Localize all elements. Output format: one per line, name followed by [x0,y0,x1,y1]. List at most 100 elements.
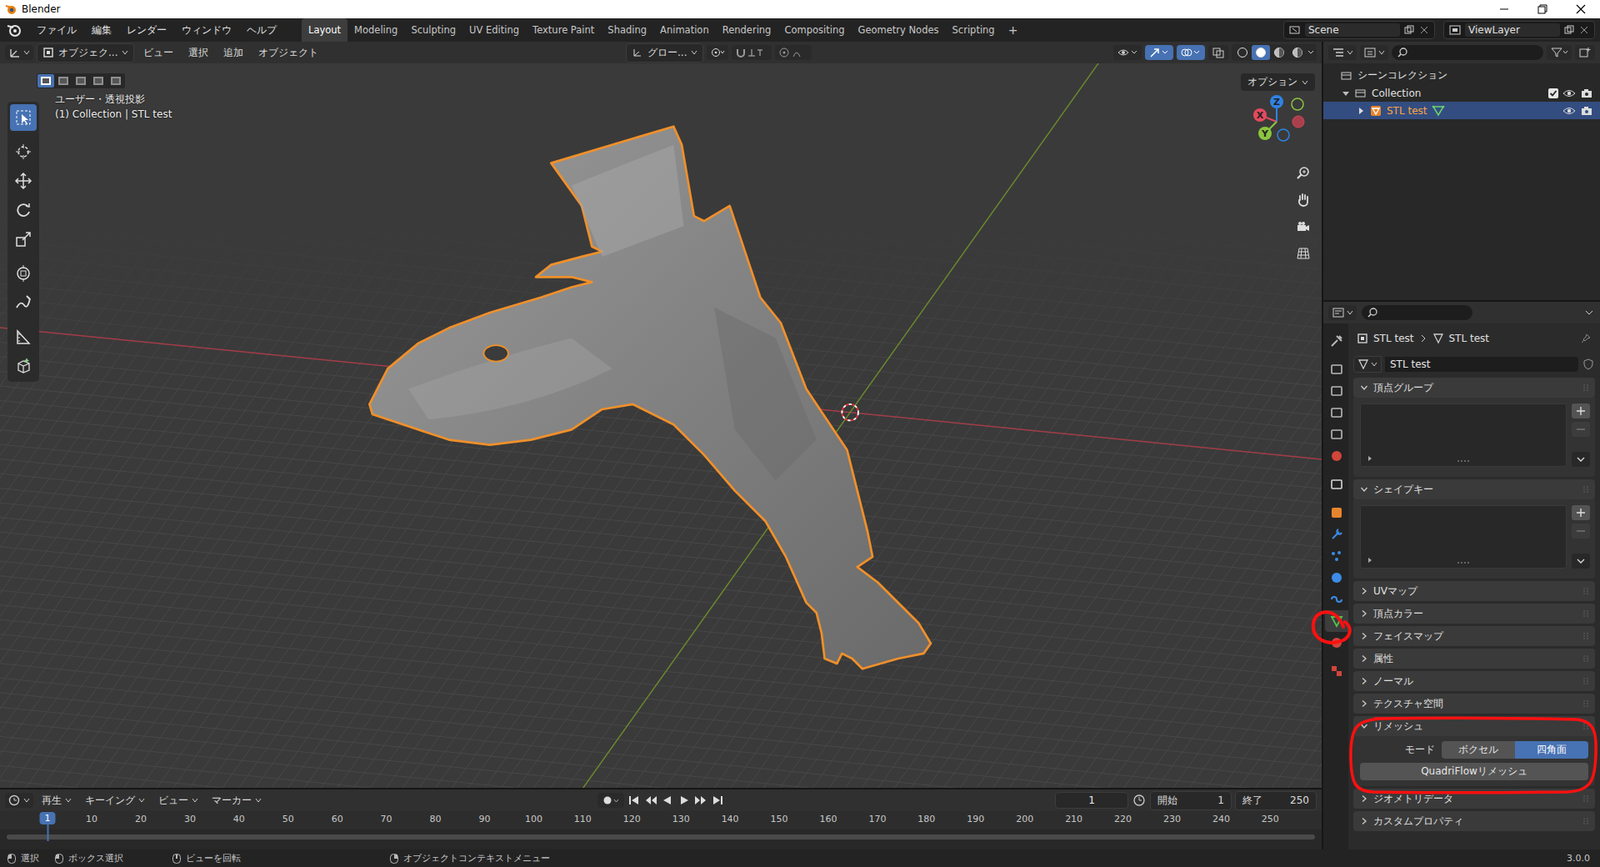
timeline-menu[interactable]: キーイング [80,791,150,810]
list-box[interactable] [1360,505,1567,569]
timeline-scrollbar[interactable] [0,829,1322,850]
remesh-mode-option[interactable]: 四角面 [1515,740,1589,759]
tool-button[interactable] [10,225,37,253]
restore-icon[interactable] [1523,0,1562,19]
workspace-tab[interactable]: Scripting [945,18,1002,42]
new-collection-button[interactable] [1575,45,1595,60]
3d-cursor[interactable] [841,404,859,421]
play-icon[interactable] [677,794,691,806]
scene-view[interactable] [0,63,1322,788]
render-camera-icon[interactable] [1580,87,1594,100]
mode-dropdown[interactable]: オブジェク... [36,43,135,63]
list-box[interactable] [1360,403,1567,467]
visibility-button[interactable] [1113,45,1142,60]
play-reverse-icon[interactable] [660,794,675,806]
properties-search[interactable] [1361,305,1473,320]
end-frame-field[interactable]: 終了250 [1235,790,1317,810]
properties-tab[interactable] [1325,380,1349,402]
drag-handle-icon[interactable] [1581,793,1590,804]
menu-item[interactable]: レンダー [120,20,174,40]
select-mode-button[interactable] [55,74,72,88]
jump-end-icon[interactable] [710,794,725,806]
properties-tab[interactable] [1325,660,1349,682]
viewport-canvas[interactable]: ユーザー・透視投影(1) Collection | STL testオプションZ… [0,63,1322,788]
prev-keyframe-icon[interactable] [644,794,658,806]
add-workspace-button[interactable]: + [1001,18,1025,42]
panel-header[interactable]: 属性 [1353,648,1595,669]
panel-header[interactable]: 頂点グループ [1353,377,1595,398]
mesh-browse-button[interactable] [1353,355,1382,373]
editor-type-button[interactable] [1328,45,1357,60]
playhead[interactable]: 1 [40,811,56,841]
properties-tab[interactable] [1325,588,1349,610]
timeline-menu[interactable]: ビュー [153,791,204,810]
properties-tab[interactable] [1325,445,1349,467]
options-caret-icon[interactable] [1583,306,1595,319]
menu-item[interactable]: 編集 [85,20,119,40]
timeline-menu[interactable]: 再生 [36,791,77,810]
filter-button[interactable] [1546,45,1572,60]
outliner-row[interactable]: Collection [1323,84,1600,102]
workspace-tab[interactable]: UV Editing [462,18,526,42]
start-frame-field[interactable]: 開始1 [1150,790,1232,810]
remove-icon[interactable] [1578,24,1590,36]
display-mode-button[interactable] [1360,45,1389,60]
properties-tab[interactable] [1325,473,1349,495]
frame-ruler[interactable]: 1020304050607080901001101201301401501601… [0,810,1322,830]
resize-grip-icon[interactable] [1456,560,1470,565]
properties-tab[interactable] [1325,423,1349,445]
viewport-menu[interactable]: ビュー [137,44,180,62]
tool-button[interactable] [10,196,37,224]
tool-button[interactable] [10,323,37,350]
menu-item[interactable]: ファイル [30,20,84,40]
axis-gizmo[interactable]: ZXY [1248,91,1310,154]
shading-button[interactable] [1251,45,1270,60]
disclosure-icon[interactable] [1341,89,1350,98]
tool-button[interactable] [10,260,37,287]
panel-header[interactable]: ジオメトリデータ [1353,788,1595,809]
list-filter-icon[interactable] [1365,555,1375,565]
tool-button[interactable] [10,138,37,165]
workspace-tab[interactable]: Shading [600,18,654,42]
jump-start-icon[interactable] [627,794,641,806]
panel-header[interactable]: シェイプキー [1353,479,1595,500]
panel-header[interactable]: UVマップ [1353,580,1595,601]
overlay-toggle[interactable] [1176,45,1205,60]
workspace-tab[interactable]: Texture Paint [525,18,601,42]
preview-range-icon[interactable] [1131,793,1147,807]
proportional-button[interactable] [775,45,812,60]
shading-button[interactable] [1270,45,1289,60]
drag-handle-icon[interactable] [1581,698,1590,709]
drag-handle-icon[interactable] [1581,815,1590,826]
workspace-tab[interactable]: Layout [301,18,348,42]
panel-header[interactable]: カスタムプロパティ [1353,810,1595,831]
viewport-menu[interactable]: 追加 [217,44,250,62]
tool-button[interactable] [10,289,37,316]
remove-button[interactable] [1571,421,1590,437]
drag-handle-icon[interactable] [1581,484,1590,495]
specials-button[interactable] [1571,553,1590,569]
select-mode-button[interactable] [37,74,55,88]
properties-tab[interactable] [1325,401,1349,424]
panel-header[interactable]: テクスチャ空間 [1353,693,1595,714]
stl-mesh[interactable] [369,126,931,670]
render-camera-icon[interactable] [1580,105,1594,117]
shading-button[interactable] [1288,45,1307,60]
pan-button[interactable] [1293,190,1314,210]
pivot-button[interactable] [706,45,729,60]
gizmo-axis[interactable]: Z [1270,95,1284,109]
drag-handle-icon[interactable] [1581,608,1590,619]
workspace-tab[interactable]: Compositing [777,18,851,42]
remove-icon[interactable] [1418,24,1430,36]
properties-tab[interactable] [1325,610,1349,632]
workspace-tab[interactable]: Rendering [715,18,779,42]
drag-handle-icon[interactable] [1581,585,1590,596]
copy-icon[interactable] [1563,24,1575,36]
outliner-search[interactable] [1391,45,1544,60]
record-button[interactable] [597,792,625,808]
menu-item[interactable]: ウィンドウ [175,20,239,40]
orientation-dropdown[interactable]: グロー... [625,43,704,63]
current-frame-field[interactable]: 1 [1055,791,1129,809]
close-icon[interactable] [1561,0,1600,19]
view-layer-selector[interactable]: ViewLayer [1443,20,1595,40]
